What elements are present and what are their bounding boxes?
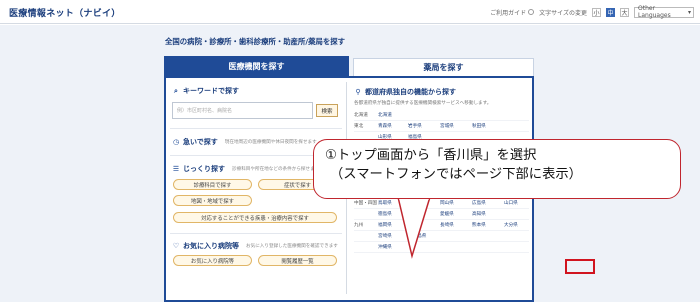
site-title[interactable]: 医療情報ネット（ナビイ）: [9, 6, 121, 19]
language-label: Other Languages: [638, 5, 671, 19]
keyword-placeholder: 例）市区町村名、病院名: [177, 108, 233, 114]
prefecture-link[interactable]: 宮崎県: [378, 233, 392, 239]
help-link[interactable]: ご利用ガイド: [490, 8, 535, 17]
help-label: ご利用ガイド: [490, 9, 527, 17]
tab-pharmacy-search[interactable]: 薬局を探す: [353, 58, 534, 76]
prefecture-link[interactable]: 沖縄県: [378, 244, 392, 250]
prefecture-row: 北海道 北海道: [354, 110, 529, 121]
prefecture-link[interactable]: 北海道: [378, 112, 392, 118]
text-size-label: 文字サイズの変更: [539, 9, 587, 17]
prefecture-link[interactable]: 愛媛県: [440, 211, 454, 217]
prefecture-link[interactable]: 大分県: [504, 222, 518, 228]
keyword-section-title: ⌕ キーワードで探す: [172, 86, 239, 96]
keyword-search-button[interactable]: 検索: [316, 104, 338, 117]
prefecture-link[interactable]: 鳥取県: [378, 200, 392, 206]
prefecture-link[interactable]: 岡山県: [440, 200, 454, 206]
text-size-medium-button[interactable]: 中: [606, 7, 615, 17]
search-by-map-button[interactable]: 地図・地域で探す: [173, 195, 252, 206]
prefecture-link[interactable]: 熊本県: [472, 222, 486, 228]
search-by-treatment-button[interactable]: 対応することができる疾患・治療内容で探す: [173, 212, 337, 223]
tab-medical-search[interactable]: 医療機関を探す: [164, 56, 349, 76]
text-size-large-button[interactable]: 大: [620, 7, 629, 17]
prefecture-link[interactable]: 宮城県: [440, 123, 454, 129]
top-header: 医療情報ネット（ナビイ） ご利用ガイド 文字サイズの変更 小 中 大 Other…: [0, 0, 700, 24]
prefecture-link[interactable]: 鹿児島県: [408, 233, 426, 239]
favorites-section-title: ♡ お気に入り病院等 お気に入り登録した医療機関を確認できます: [172, 241, 338, 251]
prefecture-section-title: ⚲ 都道府県独自の機能から探す: [354, 87, 456, 97]
favorites-list-button[interactable]: お気に入り病院等: [173, 255, 252, 266]
prefecture-link[interactable]: 広島県: [472, 200, 486, 206]
keyword-input[interactable]: 例）市区町村名、病院名: [172, 102, 313, 119]
callout-line-1: ①トップ画面から「香川県」を選択: [325, 148, 537, 163]
kagawa-highlight: [565, 259, 595, 274]
prefecture-link[interactable]: 青森県: [378, 123, 392, 129]
search-by-department-button[interactable]: 診療科目で探す: [173, 179, 252, 190]
prefecture-row: 宮崎県 鹿児島県: [354, 231, 529, 242]
instruction-callout: ①トップ画面から「香川県」を選択 （スマートフォンではページ下部に表示）: [313, 139, 681, 199]
prefecture-link[interactable]: 福岡県: [378, 222, 392, 228]
urgent-note: 現在地周辺の医療機関や休日夜間を探せます: [224, 140, 317, 145]
prefecture-link[interactable]: 島根県: [408, 200, 422, 206]
prefecture-title: 都道府県独自の機能から探す: [365, 88, 456, 96]
prefecture-link[interactable]: 秋田県: [472, 123, 486, 129]
detail-section-title: ☰ じっくり探す 診療科目や所在地などの条件から探せます: [172, 164, 319, 174]
prefecture-link[interactable]: 香川県: [408, 211, 422, 217]
prefecture-row: 東北 青森県 岩手県 宮城県 秋田県: [354, 121, 529, 132]
section-divider: [170, 128, 342, 129]
prefecture-row: 沖縄県: [354, 242, 529, 253]
section-divider: [170, 233, 342, 234]
urgent-section-title[interactable]: ◷ 急いで探す 現在地周辺の医療機関や休日夜間を探せます: [172, 137, 317, 147]
prefecture-row: 九州 福岡県 佐賀県 長崎県 熊本県 大分県: [354, 220, 529, 231]
keyword-title: キーワードで探す: [183, 87, 239, 95]
detail-title: じっくり探す: [183, 165, 225, 173]
prefecture-link[interactable]: 岩手県: [408, 123, 422, 129]
help-icon: [528, 9, 535, 15]
detail-note: 診療科目や所在地などの条件から探せます: [232, 167, 320, 172]
list-icon: ☰: [172, 165, 180, 173]
text-size-small-button[interactable]: 小: [592, 7, 601, 17]
history-list-button[interactable]: 閲覧履歴一覧: [258, 255, 337, 266]
header-controls: ご利用ガイド 文字サイズの変更 小 中 大 Other Languages ▾: [490, 5, 694, 19]
prefecture-row: 徳島県 香川県 愛媛県 高知県: [354, 209, 529, 220]
region-label: 九州: [354, 223, 364, 228]
region-label: 中国・四国: [354, 201, 377, 206]
favorites-note: お気に入り登録した医療機関を確認できます: [246, 244, 338, 249]
prefecture-link[interactable]: 山口県: [504, 200, 518, 206]
region-label: 東北: [354, 124, 364, 129]
prefecture-link[interactable]: 長崎県: [440, 222, 454, 228]
prefecture-link[interactable]: 佐賀県: [408, 222, 422, 228]
region-label: 北海道: [354, 113, 368, 118]
urgent-title: 急いで探す: [183, 138, 218, 146]
chevron-down-icon: ▾: [687, 8, 691, 16]
map-pin-icon: ⚲: [355, 88, 361, 96]
language-select[interactable]: Other Languages ▾: [634, 5, 694, 19]
heart-icon: ♡: [172, 242, 180, 250]
prefecture-row: 中国・四国 鳥取県 島根県 岡山県 広島県 山口県: [354, 198, 529, 209]
search-icon: ⌕: [174, 86, 178, 95]
favorites-title: お気に入り病院等: [183, 242, 239, 250]
prefecture-note: 各都道府県が独自に提供する医療機関検索サービスへ移動します。: [354, 101, 492, 106]
search-heading: 全国の病院・診療所・歯科診療所・助産所/薬局を探す: [165, 37, 346, 46]
prefecture-link[interactable]: 高知県: [472, 211, 486, 217]
clock-icon: ◷: [172, 138, 180, 146]
prefecture-link[interactable]: 徳島県: [378, 211, 392, 217]
callout-line-2: （スマートフォンではページ下部に表示）: [330, 167, 582, 182]
